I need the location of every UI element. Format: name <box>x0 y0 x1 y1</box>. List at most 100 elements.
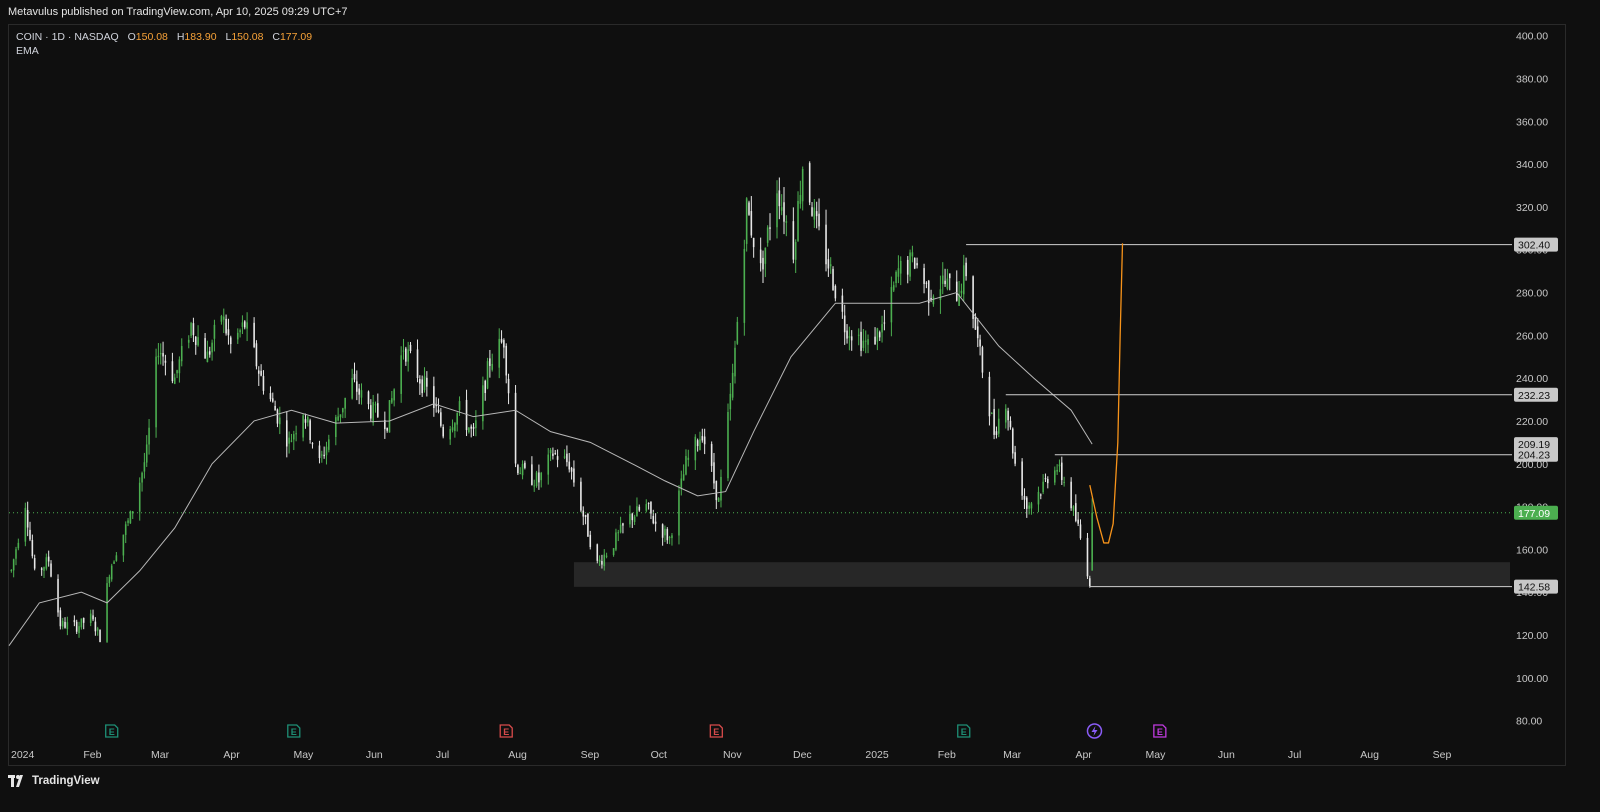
candle-body <box>124 524 127 535</box>
candle-body <box>122 534 125 556</box>
candle-body <box>547 454 550 475</box>
candle-body <box>290 440 293 442</box>
candle-body <box>66 622 69 629</box>
candle-body <box>113 561 115 564</box>
candle-body <box>337 416 339 421</box>
candle-body <box>554 453 557 455</box>
candle-body <box>328 439 330 450</box>
candle-body <box>388 400 391 433</box>
candle-body <box>358 388 360 395</box>
candle-body <box>636 506 638 517</box>
candle-body <box>386 427 388 431</box>
candle-body <box>1009 420 1012 428</box>
candle-body <box>59 610 62 627</box>
candle-body <box>437 409 440 413</box>
candle-body <box>925 282 928 284</box>
candle-body <box>468 427 470 433</box>
candle-body <box>449 429 451 440</box>
candle-body <box>498 338 501 368</box>
candle-body <box>685 456 687 475</box>
candle-body <box>587 513 589 537</box>
price-chart[interactable]: 80.00100.00120.00140.00160.00180.00200.0… <box>0 0 1600 768</box>
x-axis-tick-label: Feb <box>83 749 101 761</box>
candle-body <box>801 169 804 202</box>
x-axis-tick-label: 2024 <box>11 749 35 761</box>
earnings-icon-letter: E <box>1157 727 1163 737</box>
candle-body <box>813 207 816 220</box>
candle-body <box>47 556 50 562</box>
candle-body <box>519 473 522 475</box>
candle-body <box>629 513 631 525</box>
y-axis-tick-label: 120.00 <box>1516 630 1548 642</box>
candle-body <box>351 378 353 399</box>
legend-high-value: 183.90 <box>184 31 217 43</box>
candle-body <box>1028 505 1030 509</box>
candle-body <box>409 344 412 352</box>
legend-indicator-ema[interactable]: EMA <box>16 44 312 58</box>
candle-body <box>213 324 216 339</box>
candle-body <box>710 443 713 466</box>
candle-body <box>846 330 848 339</box>
candle-body <box>946 278 949 289</box>
split-icon-bolt <box>1091 726 1098 736</box>
candle-body <box>1077 519 1079 524</box>
candle-body <box>736 321 739 344</box>
candle-body <box>1056 469 1058 472</box>
candle-body <box>194 336 197 345</box>
candle-body <box>1007 410 1009 421</box>
y-axis-tick-label: 340.00 <box>1516 159 1548 171</box>
candle-body <box>155 356 157 428</box>
candle-body <box>204 338 206 359</box>
x-axis-tick-label: Aug <box>508 749 527 761</box>
candle-body <box>827 259 830 269</box>
candle-body <box>227 329 230 336</box>
candle-body <box>988 376 991 417</box>
candle-body <box>145 444 148 463</box>
candle-body <box>1070 481 1072 509</box>
candle-body <box>271 398 274 402</box>
candle-body <box>75 621 78 632</box>
candle-body <box>416 349 419 379</box>
candle-body <box>311 443 314 445</box>
legend-symbol[interactable]: COIN · 1D · NASDAQ <box>16 31 119 43</box>
candle-body <box>892 285 895 291</box>
candle-body <box>617 532 620 534</box>
candle-body <box>785 221 788 223</box>
candle-body <box>612 548 615 555</box>
candle-body <box>309 420 311 441</box>
candle-body <box>110 565 113 580</box>
candle-body <box>720 476 722 501</box>
support-zone <box>573 562 1510 587</box>
candle-body <box>713 462 715 484</box>
candle-body <box>582 510 585 517</box>
candle-body <box>715 480 718 501</box>
candle-body <box>45 557 48 569</box>
x-axis-tick-label: Jun <box>1218 749 1235 761</box>
candle-body <box>521 463 524 476</box>
candle-body <box>769 227 771 229</box>
candle-body <box>895 271 897 284</box>
projection-curve <box>1089 243 1124 544</box>
tradingview-logo[interactable]: TradingView <box>8 772 100 790</box>
candle-body <box>965 262 967 277</box>
ema-line <box>8 291 1093 646</box>
candle-body <box>40 568 43 570</box>
candle-body <box>239 330 241 333</box>
candle-body <box>442 427 444 437</box>
candle-body <box>29 529 31 540</box>
candle-body <box>939 289 942 300</box>
candle-body <box>1011 428 1014 454</box>
candle-body <box>475 420 477 429</box>
candle-body <box>1061 462 1063 481</box>
candle-body <box>556 456 559 460</box>
candle-body <box>666 529 669 541</box>
candle-body <box>862 340 865 348</box>
candle-body <box>1044 478 1047 480</box>
candle-body <box>1046 479 1049 484</box>
candle-body <box>652 515 655 524</box>
candle-body <box>323 454 325 457</box>
candle-body <box>10 569 13 571</box>
candle-body <box>955 281 958 301</box>
candle-body <box>1042 481 1044 493</box>
candle-body <box>990 413 993 415</box>
